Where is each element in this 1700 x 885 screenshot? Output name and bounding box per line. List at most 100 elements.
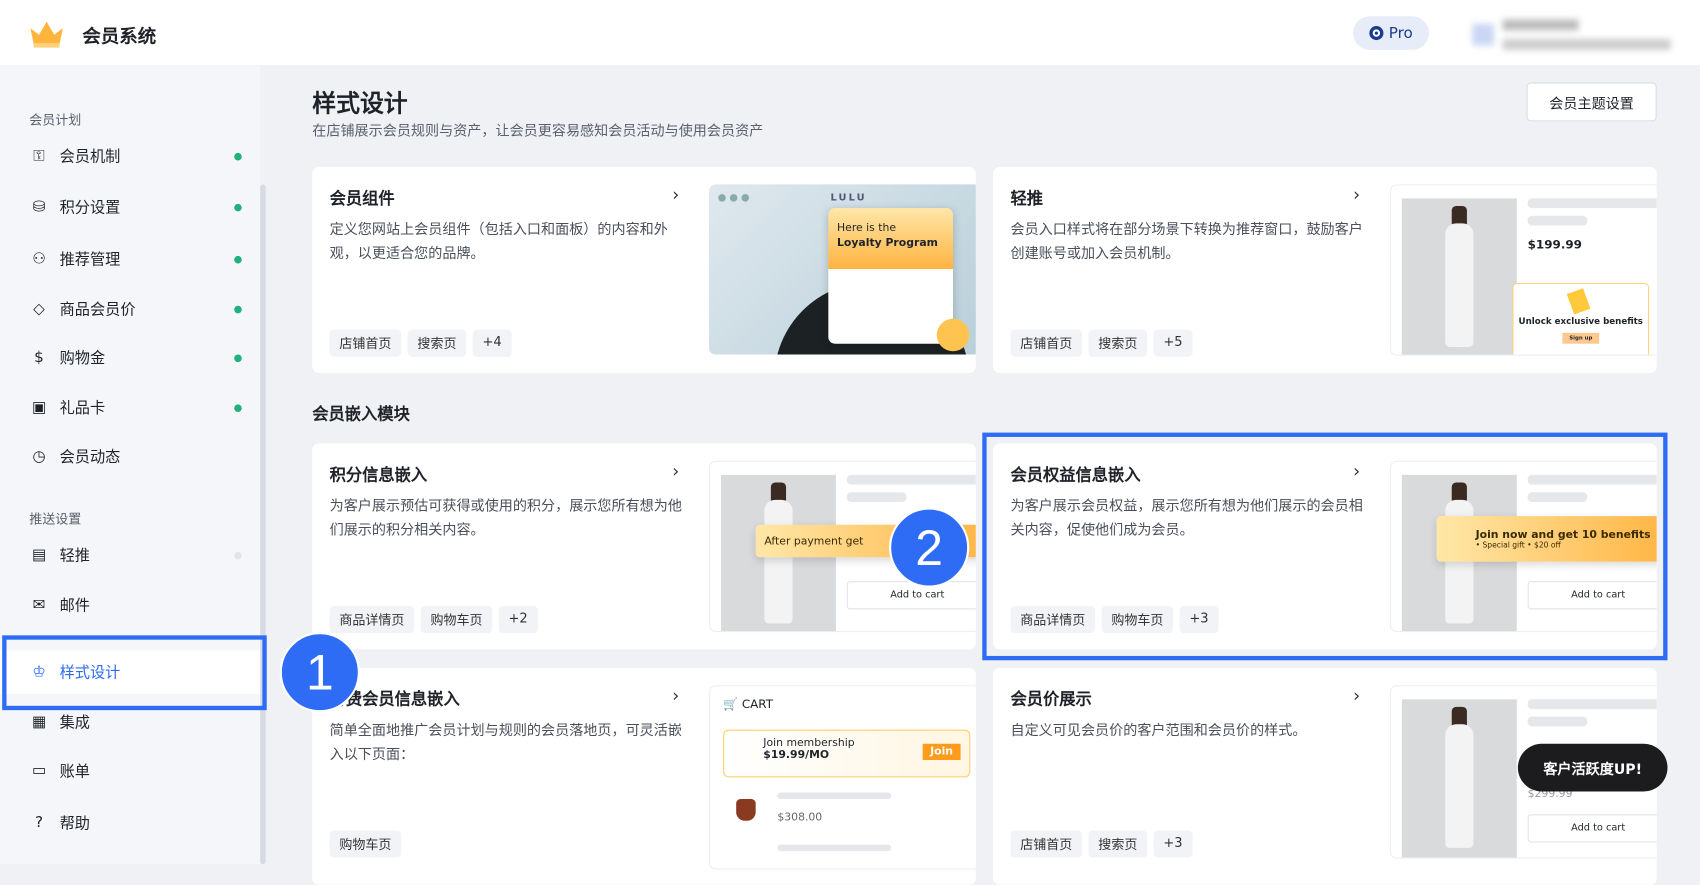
sidebar-item[interactable]: ⚿ 会员机制 <box>0 134 260 177</box>
sidebar-item-label: 礼品卡 <box>59 400 106 418</box>
card-desc: 为客户展示预估可获得或使用的积分，展示您所有想为他们展示的积分相关内容。 <box>329 498 682 539</box>
card-desc: 会员入口样式将在部分场景下转换为推荐窗口，鼓励客户创建账号或加入会员机制。 <box>1010 222 1363 263</box>
tag: 搜索页 <box>407 329 467 357</box>
sidebar-item-label: 会员机制 <box>59 148 121 166</box>
preview-signup: Sign up <box>1562 332 1600 344</box>
user-account-blurred[interactable] <box>1472 15 1675 54</box>
card-desc: 简单全面地推广会员计划与规则的会员落地页，可灵活嵌入以下页面： <box>329 723 682 764</box>
preview-join-price: $19.99/MO <box>763 749 830 762</box>
sidebar-item[interactable]: $ 购物金 <box>0 336 260 379</box>
preview-add-to-cart: Add to cart <box>1527 814 1657 843</box>
preview-line1: Here is the <box>837 222 897 235</box>
user-add-icon: ⚇ <box>32 250 46 268</box>
page-title: 样式设计 <box>312 91 408 119</box>
sidebar-item-label: 轻推 <box>59 547 90 565</box>
chevron-right-icon[interactable]: › <box>1353 184 1360 205</box>
top-header: 会员系统 Pro <box>0 0 1700 66</box>
coins-icon: ⛁ <box>32 198 46 216</box>
preview-popup: Unlock exclusive benefits <box>1518 316 1643 327</box>
status-dot <box>234 305 242 313</box>
window-icon: ▤ <box>31 546 47 564</box>
sidebar-item[interactable]: ▣ 礼品卡 <box>0 386 260 429</box>
card-title: 轻推 <box>1010 188 1044 209</box>
sidebar-item[interactable]: ◷ 会员动态 <box>0 435 260 478</box>
sidebar-item[interactable]: ⚇ 推荐管理 <box>0 237 260 280</box>
sidebar-item[interactable]: ▤ 轻推 <box>0 533 260 576</box>
status-dot <box>234 203 242 211</box>
status-dot <box>234 551 242 559</box>
preview-brand: LULU <box>830 192 867 204</box>
help-icon: ? <box>34 814 44 832</box>
chevron-right-icon[interactable]: › <box>672 685 679 706</box>
preview-price: $199.99 <box>1527 237 1582 252</box>
sidebar-item-label: 推荐管理 <box>59 251 121 269</box>
gift-card-icon: ▣ <box>31 398 47 417</box>
wallet-icon: ▭ <box>31 762 47 780</box>
activity-up-button[interactable]: 客户活跃度UP! <box>1517 743 1668 792</box>
preview-price: $308.00 <box>777 812 823 824</box>
clock-icon: ◷ <box>32 447 46 466</box>
sidebar-item-label: 账单 <box>59 763 90 781</box>
card-title: 会员组件 <box>329 188 395 209</box>
sidebar-item[interactable]: ◇ 商品会员价 <box>0 287 260 330</box>
tag: +4 <box>472 329 512 357</box>
tag: +5 <box>1153 329 1193 357</box>
step-badge-1: 1 <box>279 632 360 713</box>
card-points-embed[interactable]: 积分信息嵌入 › 为客户展示预估可获得或使用的积分，展示您所有想为他们展示的积分… <box>312 443 976 650</box>
pro-label: Pro <box>1388 24 1413 42</box>
card-desc: 自定义可见会员价的客户范围和会员价的样式。 <box>1010 723 1307 740</box>
tag: 搜索页 <box>1088 830 1148 858</box>
card-paid-member-embed[interactable]: 付费会员信息嵌入 › 简单全面地推广会员计划与规则的会员落地页，可灵活嵌入以下页… <box>312 667 976 885</box>
sidebar-item[interactable]: ✉ 邮件 <box>0 583 260 626</box>
grid-icon: ▦ <box>31 713 47 731</box>
tag: 搜索页 <box>1088 329 1148 357</box>
tag: +2 <box>498 606 538 634</box>
status-dot <box>234 353 242 362</box>
card-nudge[interactable]: 轻推 › 会员入口样式将在部分场景下转换为推荐窗口，鼓励客户创建账号或加入会员机… <box>993 166 1657 373</box>
tag: 店铺首页 <box>1010 329 1083 357</box>
sidebar-group-push: 推送设置 <box>29 511 82 527</box>
card-title: 会员价展示 <box>1010 689 1092 710</box>
status-dot <box>234 403 242 412</box>
preview-image: ● ● ● LULU Here is the Loyalty Program <box>709 184 976 355</box>
sidebar-item[interactable]: ⛁ 积分设置 <box>0 185 260 228</box>
tag: 店铺首页 <box>1010 830 1083 858</box>
tag-icon: ◇ <box>33 300 45 318</box>
money-bag-icon: $ <box>34 349 44 367</box>
sidebar-group-member-plan: 会员计划 <box>29 112 82 128</box>
tag: 购物车页 <box>329 830 402 858</box>
sidebar-item-label: 积分设置 <box>59 199 121 217</box>
section-title-embed: 会员嵌入模块 <box>312 404 410 424</box>
tag: 购物车页 <box>420 606 493 634</box>
tag: 商品详情页 <box>329 606 415 634</box>
member-theme-settings-button[interactable]: 会员主题设置 <box>1526 82 1657 122</box>
sidebar-item-label: 邮件 <box>59 597 90 615</box>
sidebar-item-label: 购物金 <box>59 350 106 368</box>
chevron-right-icon[interactable]: › <box>672 184 679 205</box>
pro-badge[interactable]: Pro <box>1353 16 1429 50</box>
page-subtitle: 在店铺展示会员规则与资产，让会员更容易感知会员活动与使用会员资产 <box>312 123 764 140</box>
mail-icon: ✉ <box>32 596 46 614</box>
card-member-widget[interactable]: 会员组件 › 定义您网站上会员组件（包括入口和面板）的内容和外观，以更适合您的品… <box>312 166 976 373</box>
sidebar-item-label: 会员动态 <box>59 448 121 467</box>
sidebar-item[interactable]: ▭ 账单 <box>0 749 260 792</box>
sidebar-item[interactable]: ? 帮助 <box>0 801 260 844</box>
card-desc: 定义您网站上会员组件（包括入口和面板）的内容和外观，以更适合您的品牌。 <box>329 222 668 263</box>
step-badge-2: 2 <box>889 507 970 588</box>
preview-image: $199.99 Unlock exclusive benefits Sign u… <box>1389 184 1657 356</box>
status-dot <box>234 255 242 263</box>
crown-logo-icon <box>30 21 63 48</box>
preview-join-button: Join <box>922 743 961 761</box>
preview-add-to-cart: Add to cart <box>846 581 976 610</box>
sidebar-item-label: 帮助 <box>59 815 90 833</box>
app-title: 会员系统 <box>82 26 157 48</box>
preview-cart-title: 🛒 CART <box>723 697 774 712</box>
chevron-right-icon[interactable]: › <box>672 461 679 482</box>
chevron-right-icon[interactable]: › <box>1353 685 1360 706</box>
sidebar-item-label: 商品会员价 <box>59 301 136 319</box>
pro-icon <box>1369 26 1384 41</box>
preview-image: 🛒 CART Join membership $19.99/MO Join $3… <box>709 685 976 870</box>
member-card-icon: ⚿ <box>33 147 45 165</box>
card-title: 积分信息嵌入 <box>329 465 428 485</box>
sidebar-scrollbar[interactable] <box>260 184 266 865</box>
